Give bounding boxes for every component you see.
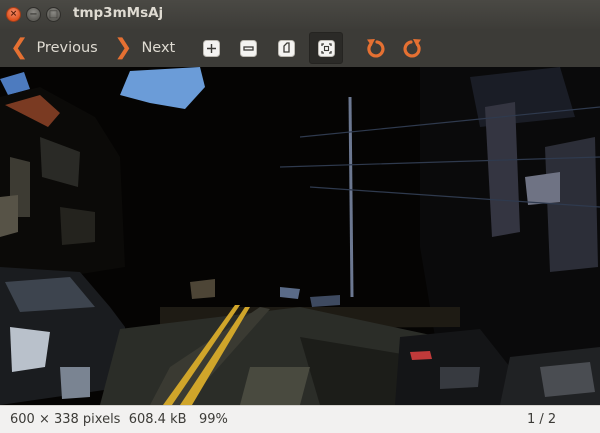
rotate-left-button[interactable] [362,35,388,61]
maximize-button[interactable]: □ [46,7,61,22]
close-button[interactable]: × [6,7,21,22]
next-button[interactable]: ❯ Next [114,35,175,61]
chevron-right-icon: ❯ [114,35,133,60]
previous-button[interactable]: ❮ Previous [10,35,98,61]
status-bar: 600 × 338 pixels 608.4 kB 99% 1 / 2 [0,405,600,433]
title-bar[interactable]: × − □ tmp3mMsAj [0,0,600,29]
zoom-in-icon [203,40,220,57]
best-fit-button[interactable] [309,32,343,64]
window-title: tmp3mMsAj [73,5,164,21]
minimize-icon: − [29,9,38,20]
zoom-out-icon [240,40,257,57]
image-canvas[interactable] [0,67,600,405]
rotate-left-icon [367,39,385,58]
rotate-right-button[interactable] [400,35,426,61]
zoom-level: 99% [198,412,228,427]
zoom-in-button[interactable] [199,35,225,61]
chevron-left-icon: ❮ [10,35,29,60]
street-photo [0,67,600,405]
next-label: Next [141,40,176,56]
best-fit-icon [318,40,335,57]
file-size: 608.4 kB [128,412,187,427]
image-dimensions: 600 × 338 pixels [10,412,121,427]
status-info: 600 × 338 pixels 608.4 kB 99% [10,412,228,427]
image-viewer-window: × − □ tmp3mMsAj ❮ Previous ❯ Next 600 × … [0,0,600,433]
previous-label: Previous [36,40,98,56]
close-icon: × [9,9,18,19]
normal-size-icon [278,40,295,57]
normal-size-button[interactable] [274,35,300,61]
page-indicator: 1 / 2 [527,412,557,427]
zoom-out-button[interactable] [236,35,262,61]
minimize-button[interactable]: − [26,7,41,22]
maximize-icon: □ [48,9,59,20]
rotate-right-icon [403,39,421,58]
toolbar: ❮ Previous ❯ Next [0,29,600,67]
